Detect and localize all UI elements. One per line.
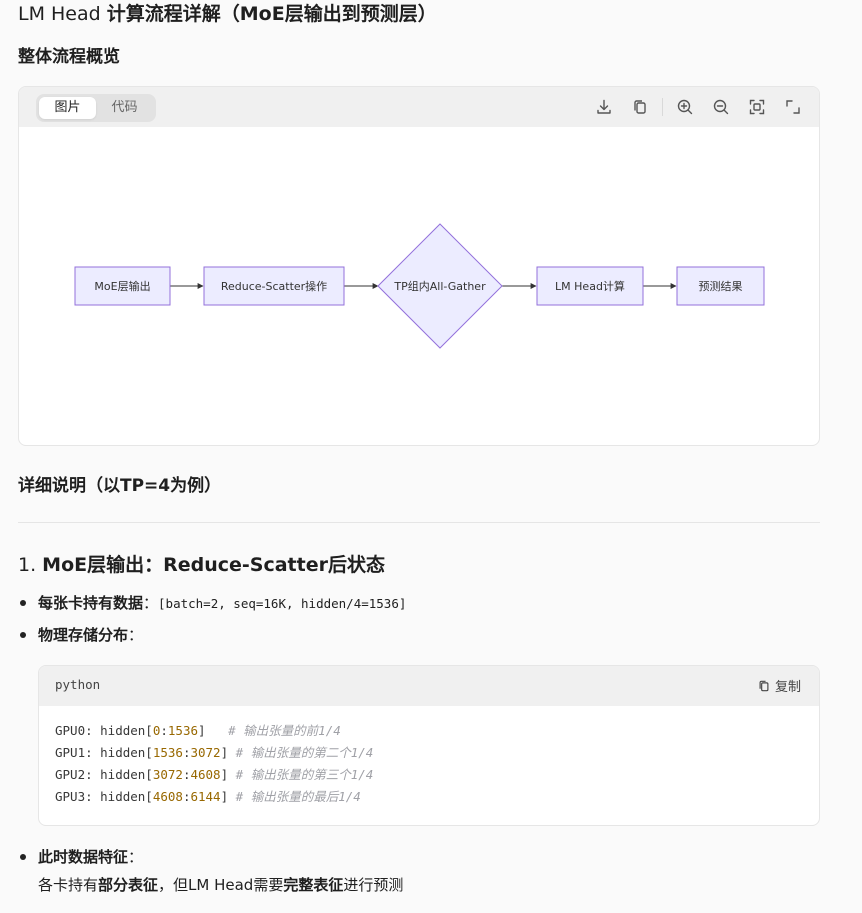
node-reduce-scatter: Reduce-Scatter操作 [203, 266, 345, 306]
flowchart: MoE层输出 Reduce-Scatter操作 TP组内All-Gather L… [74, 223, 765, 349]
copy-label: 复制 [774, 680, 801, 695]
copy-icon[interactable] [631, 98, 649, 116]
svg-text:LM Head计算: LM Head计算 [555, 279, 625, 293]
bullet-dot [20, 632, 26, 638]
view-toggle: 图片 代码 [36, 94, 156, 122]
overview-heading: 整体流程概览 [18, 47, 120, 67]
download-icon[interactable] [595, 98, 613, 116]
toolbar-divider [662, 98, 663, 116]
bullet-dot [20, 854, 26, 860]
node-all-gather: TP组内All-Gather [377, 223, 503, 349]
code-language: python [55, 677, 101, 692]
code-header: python 复制 [39, 666, 819, 706]
node-prediction: 预测结果 [676, 266, 765, 306]
code-line: GPU2: hidden[3072:4608] # 输出张量的第三个1/4 [55, 767, 374, 782]
zoom-out-icon[interactable] [712, 98, 730, 116]
tab-code[interactable]: 代码 [96, 97, 153, 119]
svg-text:预测结果: 预测结果 [699, 280, 743, 293]
list-item: 每张卡持有数据：[batch=2, seq=16K, hidden/4=1536… [38, 594, 407, 612]
node-moe-output: MoE层输出 [74, 266, 171, 306]
fit-view-icon[interactable] [748, 98, 766, 116]
copy-icon [759, 680, 769, 691]
divider [18, 522, 820, 523]
list-item: 物理存储分布： [38, 626, 144, 644]
detail-heading: 详细说明（以TP=4为例） [18, 476, 222, 496]
node-lm-head: LM Head计算 [536, 266, 644, 306]
section1-heading: 1. MoE层输出：Reduce-Scatter后状态 [18, 554, 385, 576]
fullscreen-icon[interactable] [784, 98, 802, 116]
code-block: python 复制 GPU0: hidden[0:1536] # 输出张量的前1… [38, 665, 820, 826]
inline-code: [batch=2, seq=16K, hidden/4=1536] [158, 596, 407, 611]
svg-text:MoE层输出: MoE层输出 [94, 279, 150, 293]
copy-code-button[interactable]: 复制 [757, 676, 801, 695]
code-line: GPU3: hidden[4608:6144] # 输出张量的最后1/4 [55, 789, 361, 804]
diagram-toolbar: 图片 代码 [19, 87, 819, 127]
code-line: GPU1: hidden[1536:3072] # 输出张量的第二个1/4 [55, 745, 374, 760]
zoom-in-icon[interactable] [676, 98, 694, 116]
list-item: 此时数据特征： [38, 848, 144, 866]
list-item-detail: 各卡持有部分表征，但LM Head需要完整表征进行预测 [38, 876, 404, 894]
tab-image[interactable]: 图片 [39, 97, 96, 119]
diagram-card: 图片 代码 MoE层输出 Reduce-Scatter操作 TP组内All-Ga… [18, 86, 820, 446]
code-body: GPU0: hidden[0:1536] # 输出张量的前1/4 GPU1: hi… [39, 706, 819, 808]
svg-text:TP组内All-Gather: TP组内All-Gather [393, 279, 486, 293]
bullet-dot [20, 600, 26, 606]
svg-text:Reduce-Scatter操作: Reduce-Scatter操作 [221, 279, 327, 293]
page-title: LM Head 计算流程详解（MoE层输出到预测层） [18, 3, 437, 25]
code-line: GPU0: hidden[0:1536] # 输出张量的前1/4 [55, 723, 341, 738]
